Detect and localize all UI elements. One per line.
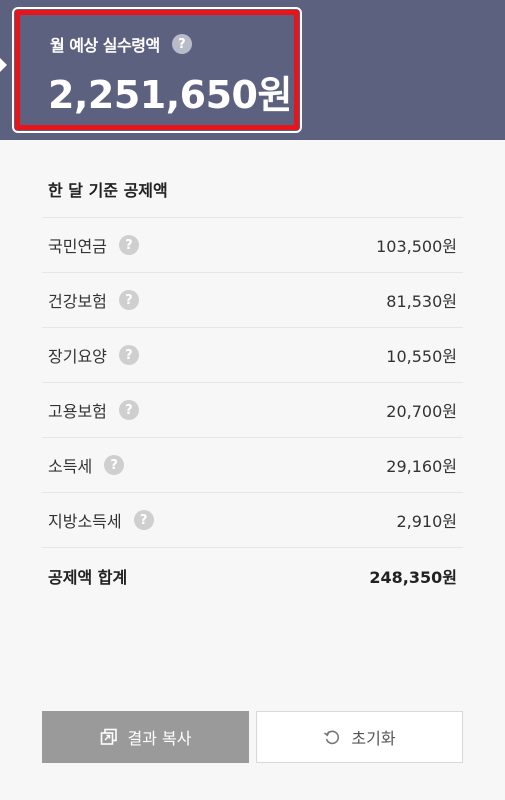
deduction-label: 장기요양 [48,347,107,366]
reset-icon [324,730,340,745]
deduction-label: 소득세 [48,457,93,476]
deduction-amount: 103,500원 [376,237,457,256]
copy-icon [100,728,117,745]
help-icon[interactable]: ? [133,510,154,530]
deduction-row-national-pension: 국민연금 ? 103,500원 [42,218,463,273]
deduction-amount: 29,160원 [386,457,457,476]
reset-button[interactable]: 초기화 [256,711,463,763]
help-icon[interactable]: ? [171,34,192,54]
deduction-row-income-tax: 소득세 ? 29,160원 [42,438,463,493]
deduction-total-amount: 248,350원 [369,567,457,587]
net-pay-amount: 2,251,650원 [48,73,292,117]
deduction-label: 지방소득세 [48,512,122,531]
deduction-amount: 81,530원 [386,292,457,311]
help-icon[interactable]: ? [118,235,139,255]
deduction-row-health-insurance: 건강보험 ? 81,530원 [42,273,463,328]
deduction-amount: 20,700원 [386,402,457,421]
reset-label: 초기화 [351,729,396,748]
deduction-row-local-income-tax: 지방소득세 ? 2,910원 [42,493,463,548]
help-icon[interactable]: ? [118,400,139,420]
deduction-label: 건강보험 [48,292,107,311]
copy-result-button[interactable]: 결과 복사 [42,711,249,763]
deduction-total-label: 공제액 합계 [48,567,128,587]
net-pay-label: 월 예상 실수령액 ? [50,32,192,56]
copy-result-label: 결과 복사 [127,729,192,748]
deduction-row-employment-insurance: 고용보험 ? 20,700원 [42,383,463,438]
deduction-total-row: 공제액 합계 248,350원 [42,548,463,603]
help-icon[interactable]: ? [118,345,139,365]
deductions-title: 한 달 기준 공제액 [42,160,463,218]
deduction-label: 고용보험 [48,402,107,421]
deduction-amount: 2,910원 [396,512,457,531]
deduction-amount: 10,550원 [386,347,457,366]
deduction-row-long-term-care: 장기요양 ? 10,550원 [42,328,463,383]
result-header: 월 예상 실수령액 ? 2,251,650원 [0,0,505,140]
deduction-label: 국민연금 [48,237,107,256]
help-icon[interactable]: ? [104,455,125,475]
help-icon[interactable]: ? [118,290,139,310]
deductions-panel: 한 달 기준 공제액 국민연금 ? 103,500원 건강보험 ? 81,530… [42,160,463,603]
net-pay-label-text: 월 예상 실수령액 [50,36,160,55]
pointer-arrow [0,58,7,72]
